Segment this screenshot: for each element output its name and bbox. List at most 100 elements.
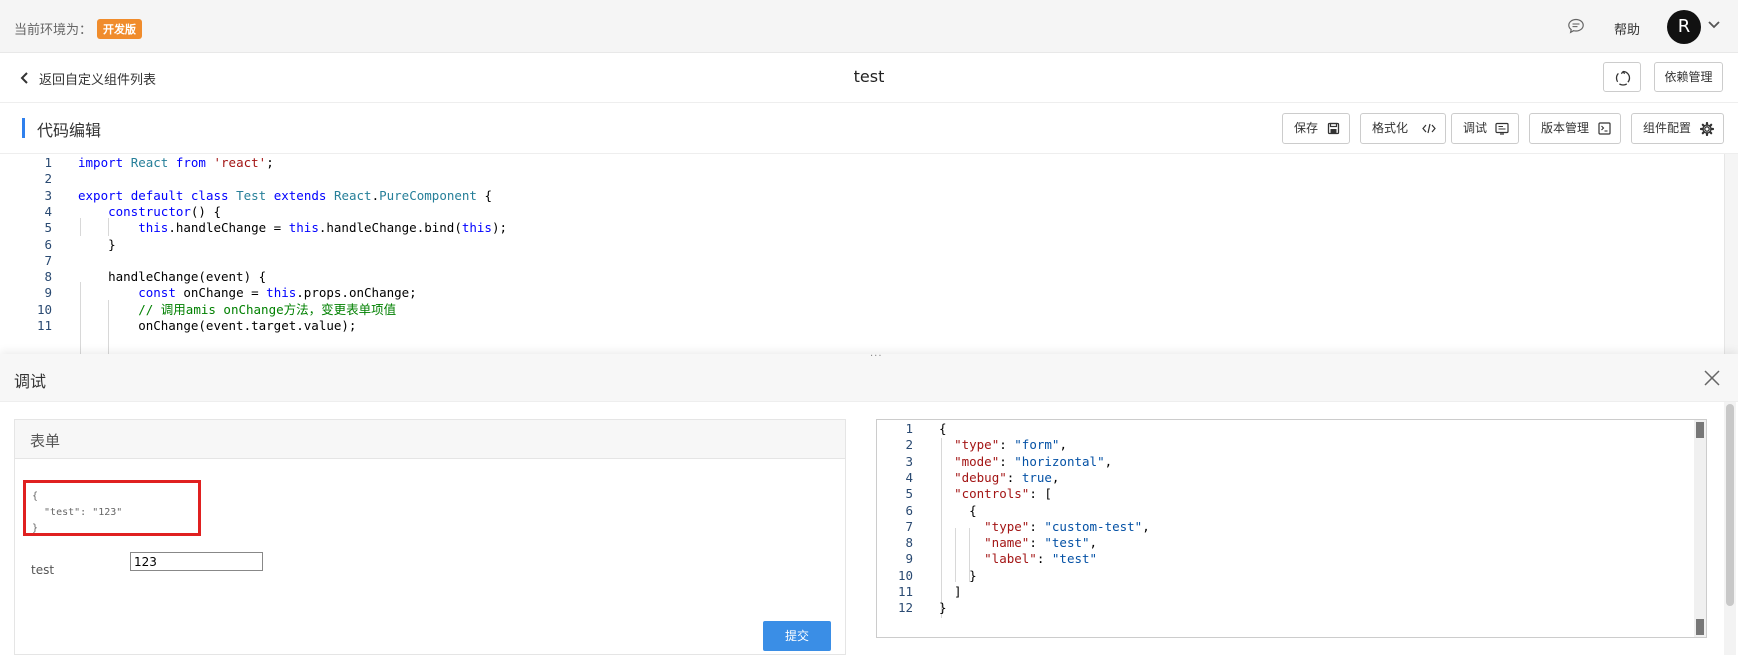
code-icon xyxy=(1422,123,1436,134)
line-number: 2 xyxy=(905,437,913,453)
line-content: { xyxy=(939,502,977,520)
code-token: { xyxy=(476,187,493,203)
drawer-title: 调试 xyxy=(14,372,47,391)
code-token: { xyxy=(939,502,977,518)
code-token: 'react' xyxy=(213,155,267,170)
code-token: "type" xyxy=(954,437,1000,453)
terminal-icon xyxy=(1495,122,1509,135)
save-button[interactable]: 保存 xyxy=(1282,113,1350,144)
line-number: 3 xyxy=(44,187,52,203)
code-token: "name" xyxy=(984,535,1030,551)
line-number: 6 xyxy=(44,236,52,252)
env-bar: 当前环境为： 开发版 帮助 R xyxy=(0,0,1738,53)
line-content: } xyxy=(939,599,947,617)
debug-line: { xyxy=(32,491,39,502)
code-token: export xyxy=(78,187,124,203)
line-content: const onChange = this.props.onChange; xyxy=(78,284,416,302)
code-token: this xyxy=(288,220,319,236)
code-token: default xyxy=(130,187,184,203)
line-content: "debug": true, xyxy=(939,469,1059,487)
save-icon xyxy=(1327,122,1340,135)
scroll-thumb[interactable] xyxy=(1696,422,1704,438)
code-token: ; xyxy=(266,155,274,170)
code-token: , xyxy=(1142,518,1150,534)
line-content: handleChange(event) { xyxy=(78,268,266,286)
line-number: 11 xyxy=(36,318,52,333)
env-label: 当前环境为： xyxy=(14,23,93,38)
format-button-label: 格式化 xyxy=(1372,121,1409,135)
code-token: class xyxy=(190,187,229,203)
code-token: constructor xyxy=(108,203,191,219)
code-token: from xyxy=(175,155,206,170)
format-button[interactable]: 格式化 xyxy=(1360,113,1446,144)
section-accent xyxy=(22,118,25,138)
chevron-down-icon[interactable] xyxy=(1707,20,1721,30)
json-scrollbar[interactable] xyxy=(1694,420,1706,637)
line-content: "name": "test", xyxy=(939,534,1097,552)
code-token: "controls" xyxy=(954,486,1030,502)
editor-scrollbar[interactable] xyxy=(1724,154,1738,354)
close-icon[interactable] xyxy=(1703,369,1721,387)
line-number: 8 xyxy=(905,535,913,551)
scroll-thumb[interactable] xyxy=(1696,619,1704,635)
code-token: const xyxy=(138,285,176,301)
code-token: import xyxy=(78,155,124,170)
code-token: : xyxy=(1029,535,1045,551)
help-link[interactable]: 帮助 xyxy=(1614,19,1640,38)
code-token: "label" xyxy=(984,551,1037,567)
line-number: 10 xyxy=(897,567,913,583)
line-content: // 调用amis onChange方法，变更表单项值 xyxy=(78,301,396,319)
avatar[interactable]: R xyxy=(1667,10,1701,44)
line-content: } xyxy=(939,567,977,585)
version-button[interactable]: 版本管理 xyxy=(1529,113,1621,144)
refresh-button[interactable] xyxy=(1603,62,1641,92)
line-number: 12 xyxy=(897,600,913,616)
code-token: "horizontal" xyxy=(1014,453,1105,469)
code-editor[interactable]: 1 import React from 'react'; 2 3 export defa… xyxy=(0,154,1720,354)
line-number: 4 xyxy=(44,203,52,219)
drawer-scrollbar[interactable] xyxy=(1724,402,1736,655)
form-preview-panel: 表单 { "test": "123" } test 提交 xyxy=(14,419,846,655)
test-field-label: test xyxy=(31,563,55,577)
form-title: 表单 xyxy=(30,432,61,450)
line-content: onChange(event.target.value); xyxy=(78,317,356,335)
code-token: PureComponent xyxy=(379,187,477,203)
submit-button[interactable]: 提交 xyxy=(763,621,831,651)
nav-header: 返回自定义组件列表 test 依赖管理 xyxy=(0,53,1738,103)
code-token: } xyxy=(78,236,116,252)
dependency-button[interactable]: 依赖管理 xyxy=(1654,62,1723,92)
line-content: ] xyxy=(939,583,962,601)
component-config-button[interactable]: 组件配置 xyxy=(1631,113,1724,144)
test-input[interactable] xyxy=(130,552,263,571)
form-header: 表单 xyxy=(15,420,845,459)
section-title: 代码编辑 xyxy=(37,121,102,140)
code-token: : xyxy=(1006,469,1022,485)
line-content: this.handleChange = this.handleChange.bi… xyxy=(78,219,507,237)
debug-button[interactable]: 调试 xyxy=(1451,113,1519,144)
code-token: , xyxy=(1089,535,1098,551)
line-number: 10 xyxy=(36,301,52,317)
debug-line: "test": "123" xyxy=(32,507,123,518)
message-icon[interactable] xyxy=(1567,18,1585,34)
line-number: 1 xyxy=(905,421,913,436)
code-token: // 调用amis onChange方法，变更表单项值 xyxy=(138,301,397,317)
scroll-thumb[interactable] xyxy=(1726,404,1734,606)
resize-handle[interactable]: ··· xyxy=(870,351,883,362)
code-token: "mode" xyxy=(954,453,1000,469)
schema-json-editor[interactable]: 1 {2 "type": "form", 3 "mode": "horizontal… xyxy=(876,419,1707,638)
code-token: extends xyxy=(273,187,327,203)
line-content: "type": "form", xyxy=(939,436,1067,454)
